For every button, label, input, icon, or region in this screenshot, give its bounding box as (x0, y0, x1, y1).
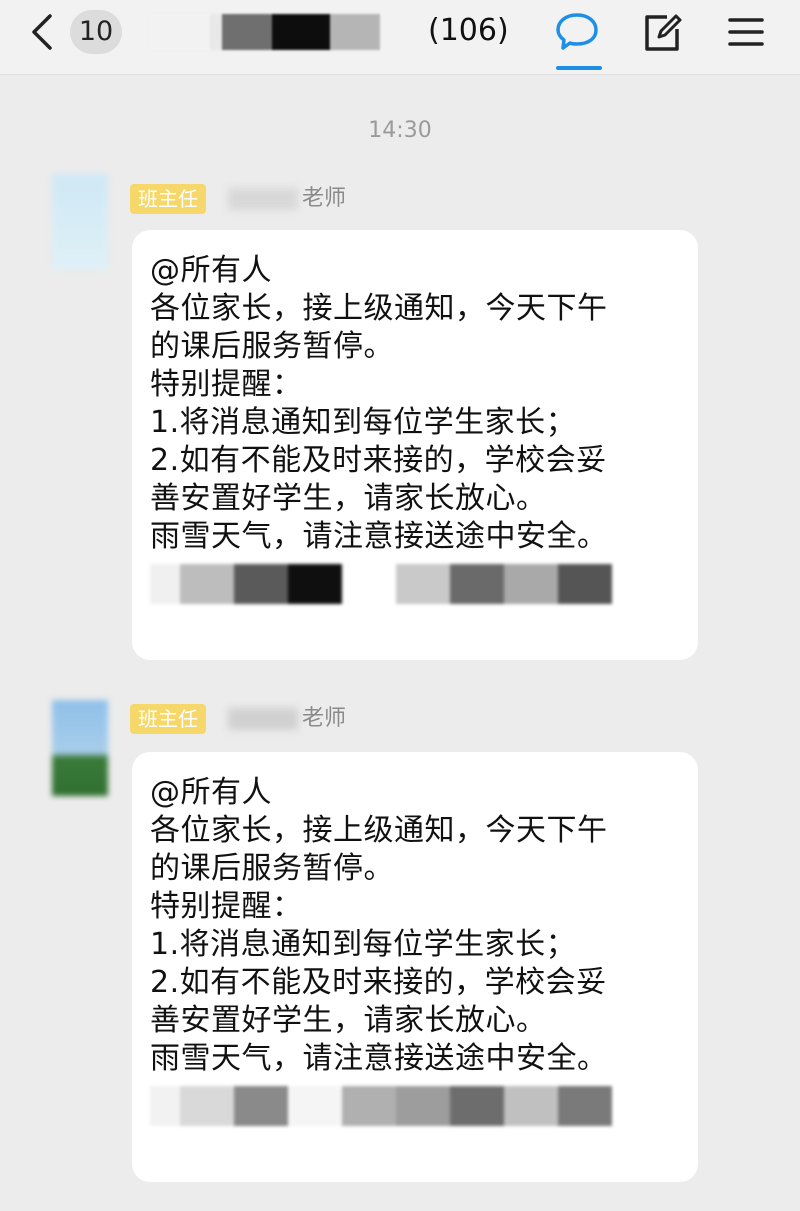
group-name-redacted (150, 14, 380, 50)
menu-icon[interactable] (726, 14, 766, 50)
back-icon[interactable] (24, 12, 64, 52)
signature-redacted (150, 1086, 682, 1126)
message-bubble[interactable]: @所有人 各位家长，接上级通知，今天下午 的课后服务暂停。 特别提醒： 1.将消… (132, 752, 698, 1182)
message-line: @所有人 (150, 775, 272, 810)
chat-bubble-icon[interactable] (554, 10, 600, 52)
message-line: 1.将消息通知到每位学生家长； (150, 405, 577, 440)
chat-header: 10 (106) (0, 0, 800, 75)
message-line: 的课后服务暂停。 (150, 329, 394, 364)
avatar[interactable] (52, 174, 108, 270)
message-line: 各位家长，接上级通知，今天下午 (150, 813, 608, 848)
message-line: 雨雪天气，请注意接送途中安全。 (150, 1041, 608, 1076)
edit-icon[interactable] (641, 12, 683, 54)
message-line: @所有人 (150, 253, 272, 288)
sender-name-suffix: 老师 (302, 706, 347, 731)
message-line: 2.如有不能及时来接的，学校会妥 (150, 443, 607, 478)
message-line: 特别提醒： (150, 367, 303, 402)
signature-redacted (150, 564, 682, 604)
unread-count-badge[interactable]: 10 (70, 10, 122, 54)
message-line: 的课后服务暂停。 (150, 851, 394, 886)
active-tab-indicator (556, 66, 602, 70)
message-line: 特别提醒： (150, 889, 303, 924)
role-badge: 班主任 (130, 704, 206, 734)
avatar[interactable] (52, 700, 108, 796)
message-line: 善安置好学生，请家长放心。 (150, 1003, 547, 1038)
message-timestamp: 14:30 (368, 118, 432, 143)
message-line: 各位家长，接上级通知，今天下午 (150, 291, 608, 326)
message-line: 1.将消息通知到每位学生家长； (150, 927, 577, 962)
role-badge: 班主任 (130, 184, 206, 214)
message-bubble[interactable]: @所有人 各位家长，接上级通知，今天下午 的课后服务暂停。 特别提醒： 1.将消… (132, 230, 698, 660)
sender-name-suffix: 老师 (302, 186, 347, 211)
sender-name-redacted (228, 708, 298, 730)
message-line: 善安置好学生，请家长放心。 (150, 481, 547, 516)
message-line: 2.如有不能及时来接的，学校会妥 (150, 965, 607, 1000)
sender-name-redacted (228, 188, 298, 210)
message-line: 雨雪天气，请注意接送途中安全。 (150, 519, 608, 554)
member-count[interactable]: (106) (428, 10, 509, 52)
